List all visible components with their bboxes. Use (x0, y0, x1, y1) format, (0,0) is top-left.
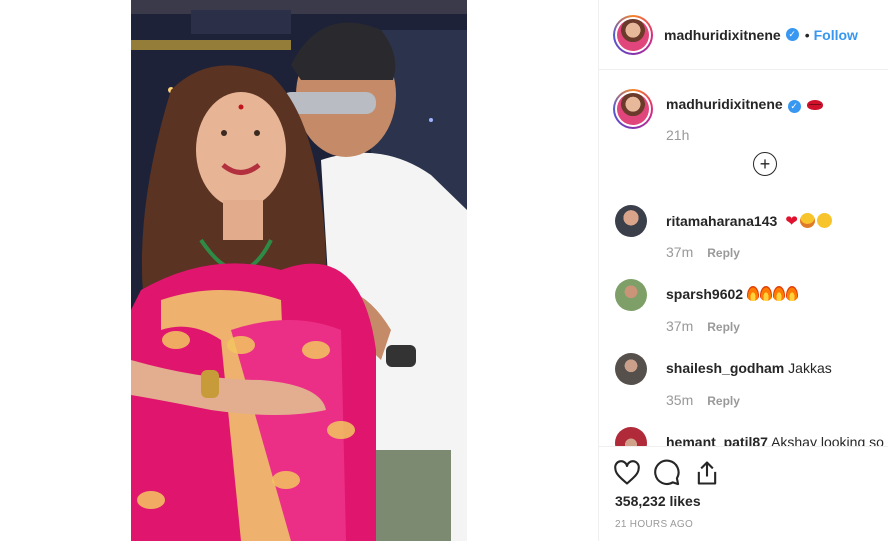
fire-emoji-icon (785, 286, 798, 301)
caption-avatar[interactable] (613, 89, 653, 129)
share-upload-icon[interactable] (693, 459, 721, 487)
comment-text: hemant_patil87 Akshay looking so (666, 434, 884, 446)
likes-count[interactable]: 358,232 likes (615, 493, 701, 509)
verified-badge-icon: ✓ (785, 28, 799, 41)
reply-button[interactable]: Reply (707, 246, 740, 260)
author-avatar-image (617, 18, 649, 51)
comment-item: sparsh9602 37m Reply (615, 279, 885, 339)
heart-emoji-icon: ❤ (785, 213, 798, 230)
author-avatar[interactable] (613, 14, 653, 55)
post-actions: 358,232 likes 21 HOURS AGO (599, 446, 888, 541)
comment-username[interactable]: ritamaharana143 (666, 213, 777, 229)
heart-outline-icon[interactable] (613, 459, 641, 487)
lips-emoji-icon (806, 100, 823, 111)
comment-text: shailesh_godham Jakkas (666, 360, 832, 376)
caption-username[interactable]: madhuridixitnene (666, 96, 783, 112)
comment-body: Jakkas (788, 360, 832, 376)
comment-username[interactable]: hemant_patil87 (666, 434, 768, 446)
comment-meta: 37m Reply (666, 318, 740, 334)
comment-meta: 37m Reply (666, 244, 740, 260)
photo-illustration (131, 0, 467, 541)
fire-emoji-icon (772, 286, 785, 301)
commenter-avatar[interactable] (615, 353, 647, 385)
comment-username[interactable]: sparsh9602 (666, 286, 743, 302)
comment-item: hemant_patil87 Akshay looking so (615, 427, 885, 446)
comment-username[interactable]: shailesh_godham (666, 360, 784, 376)
reply-button[interactable]: Reply (707, 320, 740, 334)
caption-avatar-image (617, 93, 649, 125)
post-side-panel: madhuridixitnene ✓ • Follow madhuridixit… (598, 0, 888, 541)
caption-time[interactable]: 21h (666, 127, 689, 143)
verified-badge-icon: ✓ (787, 100, 801, 113)
comment-item: shailesh_godham Jakkas 35m Reply (615, 353, 885, 413)
comment-text: sparsh9602 (666, 286, 799, 302)
star-eyes-emoji-icon (799, 213, 815, 228)
comment-meta: 35m Reply (666, 392, 740, 408)
kiss-emoji-icon (816, 213, 832, 228)
comment-text: ritamaharana143 ❤ (666, 212, 832, 230)
instagram-post-view: madhuridixitnene ✓ • Follow madhuridixit… (0, 0, 888, 541)
comment-body: Akshay looking so (771, 434, 884, 446)
commenter-avatar[interactable] (615, 205, 647, 237)
follow-button[interactable]: Follow (814, 27, 858, 43)
posted-time[interactable]: 21 HOURS AGO (615, 519, 693, 530)
fire-emoji-icon (746, 286, 759, 301)
post-photo[interactable] (131, 0, 467, 541)
commenter-avatar[interactable] (615, 427, 647, 446)
comment-bubble-icon[interactable] (653, 459, 681, 487)
load-more-comments-button[interactable]: + (753, 152, 777, 176)
comment-item: ritamaharana143 ❤ 37m Reply (615, 205, 885, 265)
fire-emoji-icon (759, 286, 772, 301)
commenter-avatar[interactable] (615, 279, 647, 311)
comment-time[interactable]: 37m (666, 318, 693, 334)
header-separator: • (804, 26, 810, 43)
reply-button[interactable]: Reply (707, 394, 740, 408)
caption-text: madhuridixitnene ✓ (666, 96, 823, 113)
author-username[interactable]: madhuridixitnene (664, 27, 781, 43)
comment-time[interactable]: 37m (666, 244, 693, 260)
comments-list[interactable]: madhuridixitnene ✓ 21h + ritamaharana143 … (599, 71, 888, 446)
comment-time[interactable]: 35m (666, 392, 693, 408)
post-header: madhuridixitnene ✓ • Follow (599, 0, 888, 70)
